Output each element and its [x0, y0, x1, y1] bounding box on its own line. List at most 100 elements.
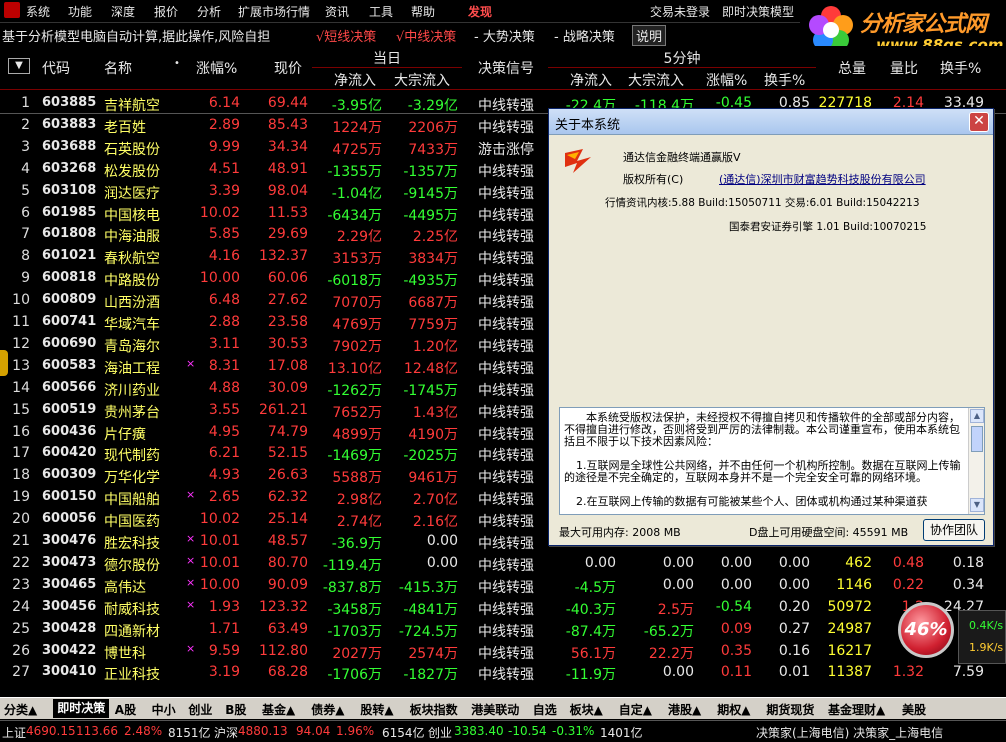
- header-pct[interactable]: 涨幅%: [196, 58, 237, 78]
- company-link[interactable]: (通达信)深圳市财富趋势科技股份有限公司: [719, 171, 926, 187]
- strategy-decision-toggle[interactable]: - 战略决策: [554, 26, 615, 45]
- team-button[interactable]: 协作团队: [923, 519, 985, 541]
- cell-net: 4769万: [332, 317, 382, 333]
- license-scrollbar[interactable]: ▲ ▼: [968, 408, 984, 514]
- header-big-in-5[interactable]: 大宗流入: [628, 70, 684, 90]
- menu-discover[interactable]: 发现: [468, 3, 492, 20]
- table-row[interactable]: 22 300473 德尔股份 × 10.01 80.70 -119.4万 0.00 中线转强 0.…: [0, 552, 1006, 574]
- tab-17[interactable]: 基金理财▲: [828, 701, 885, 718]
- cy-label[interactable]: 创业: [428, 724, 452, 741]
- tab-2[interactable]: A股: [115, 701, 136, 718]
- header-total[interactable]: 总量: [838, 58, 866, 78]
- menu-instant-decision[interactable]: 即时决策模型: [722, 3, 794, 20]
- table-row[interactable]: 24 300456 耐威科技 × 1.93 123.32 -3458万 -4841万 中线转强 -…: [0, 596, 1006, 618]
- server-info[interactable]: 决策家(上海电信) 决策家_上海电信: [756, 724, 943, 741]
- mid-decision-toggle[interactable]: √中线决策: [396, 26, 456, 45]
- tab-9[interactable]: 板块指数: [410, 701, 458, 718]
- close-icon[interactable]: ✕: [969, 112, 989, 132]
- cell-price: 85.43: [267, 116, 308, 133]
- cell-sig: 中线转强: [478, 273, 534, 290]
- scroll-thumb[interactable]: [971, 426, 983, 452]
- tab-0[interactable]: 分类▲: [4, 701, 37, 718]
- header-big-in[interactable]: 大宗流入: [394, 70, 450, 90]
- cell-sig: 中线转强: [478, 360, 534, 377]
- cell-f1: 0.00: [584, 554, 616, 571]
- menu-system[interactable]: 系统: [26, 3, 50, 20]
- tab-13[interactable]: 自定▲: [619, 701, 652, 718]
- table-header: ▼ 代码 名称 • 涨幅% 现价 当日 净流入 大宗流入 决策信号 5分钟 净流…: [0, 46, 1006, 90]
- trend-decision-toggle[interactable]: - 大势决策: [474, 26, 535, 45]
- header-code[interactable]: 代码: [42, 58, 70, 78]
- cpu-gauge[interactable]: 46%: [898, 602, 954, 658]
- cell-f5: 11387: [827, 664, 872, 681]
- cell-name: 四通新材: [104, 623, 160, 640]
- hs-label[interactable]: 沪深: [214, 724, 238, 741]
- side-panel-handle[interactable]: [0, 350, 8, 376]
- cell-idx: 27: [12, 664, 30, 681]
- scroll-up-icon[interactable]: ▲: [970, 409, 984, 423]
- tab-16[interactable]: 期货现货: [766, 701, 814, 718]
- cell-net: 7902万: [332, 338, 382, 355]
- cell-code: 300476: [42, 533, 97, 548]
- tab-3[interactable]: 中小: [152, 701, 176, 718]
- short-decision-toggle[interactable]: √短线决策: [316, 26, 376, 45]
- header-signal[interactable]: 决策信号: [478, 58, 534, 78]
- tab-10[interactable]: 港美联动: [471, 701, 519, 718]
- cell-sig: 中线转强: [478, 492, 534, 509]
- tab-11[interactable]: 自选: [533, 701, 557, 718]
- trade-login-status[interactable]: 交易未登录: [650, 3, 710, 20]
- menu-extended[interactable]: 扩展市场行情: [238, 3, 310, 20]
- tab-7[interactable]: 债券▲: [311, 701, 344, 718]
- menu-depth[interactable]: 深度: [111, 3, 135, 20]
- menu-help[interactable]: 帮助: [411, 3, 435, 20]
- tab-18[interactable]: 美股: [902, 701, 926, 718]
- cell-name: 海油工程: [104, 360, 160, 377]
- cell-price: 30.53: [267, 335, 308, 352]
- sh-label[interactable]: 上证: [2, 724, 26, 741]
- header-net-in[interactable]: 净流入: [334, 70, 376, 90]
- tab-5[interactable]: B股: [225, 701, 246, 718]
- cell-f3: 0.35: [720, 642, 752, 659]
- scroll-down-icon[interactable]: ▼: [970, 498, 984, 512]
- header-pct-5[interactable]: 涨幅%: [706, 70, 747, 90]
- explain-button[interactable]: 说明: [632, 25, 667, 46]
- cell-price: 98.04: [267, 182, 308, 199]
- header-price[interactable]: 现价: [274, 58, 302, 78]
- dialog-titlebar[interactable]: 关于本系统 ✕: [549, 109, 993, 135]
- cell-net: -119.4万: [322, 557, 382, 574]
- tab-15[interactable]: 期权▲: [717, 701, 750, 718]
- cell-f4: 0.00: [778, 576, 810, 593]
- tab-4[interactable]: 创业: [188, 701, 212, 718]
- license-text-box[interactable]: 本系统受版权法保护，未经授权不得擅自拷贝和传播软件的全部或部分内容，不得擅自进行…: [559, 407, 985, 515]
- tab-14[interactable]: 港股▲: [668, 701, 701, 718]
- header-name[interactable]: 名称: [104, 58, 132, 78]
- header-turn-5[interactable]: 换手%: [764, 70, 805, 90]
- header-turnover[interactable]: 换手%: [940, 58, 981, 78]
- menu-quote[interactable]: 报价: [154, 3, 178, 20]
- menu-news[interactable]: 资讯: [325, 3, 349, 20]
- cell-code: 300422: [42, 642, 97, 658]
- table-row[interactable]: 25 300428 四通新材 1.71 63.49 -1703万 -724.5万 中线转强 -8…: [0, 618, 1006, 640]
- app-icon[interactable]: [4, 2, 20, 18]
- tab-1[interactable]: 即时决策: [53, 699, 110, 718]
- cell-price: 62.32: [267, 489, 308, 506]
- tab-12[interactable]: 板块▲: [570, 701, 603, 718]
- header-net-in-5[interactable]: 净流入: [570, 70, 612, 90]
- tab-8[interactable]: 股转▲: [360, 701, 393, 718]
- cell-price: 261.21: [259, 401, 308, 418]
- cell-f1: -4.5万: [574, 579, 616, 596]
- tab-6[interactable]: 基金▲: [262, 701, 295, 718]
- menu-function[interactable]: 功能: [68, 3, 92, 20]
- header-vol-ratio[interactable]: 量比: [890, 58, 918, 78]
- cell-price: 27.62: [267, 292, 308, 309]
- sort-dropdown-icon[interactable]: ▼: [8, 58, 30, 74]
- sh-value: 4690.15: [26, 724, 76, 738]
- table-row[interactable]: 27 300410 正业科技 3.19 68.28 -1706万 -1827万 中线转强 -11…: [0, 661, 1006, 683]
- engine-version: 国泰君安证券引擎 1.01 Build:10070215: [729, 221, 927, 233]
- product-name: 通达信金融终端通赢版V: [623, 151, 741, 164]
- menu-analysis[interactable]: 分析: [197, 3, 221, 20]
- cell-pct: 8.31: [208, 357, 240, 374]
- table-row[interactable]: 23 300465 高伟达 × 10.00 90.09 -837.8万 -415.3万 中线转强…: [0, 574, 1006, 596]
- table-row[interactable]: 26 300422 博世科 × 9.59 112.80 2027万 2574万 中线转强 56.1…: [0, 640, 1006, 662]
- menu-tools[interactable]: 工具: [369, 3, 393, 20]
